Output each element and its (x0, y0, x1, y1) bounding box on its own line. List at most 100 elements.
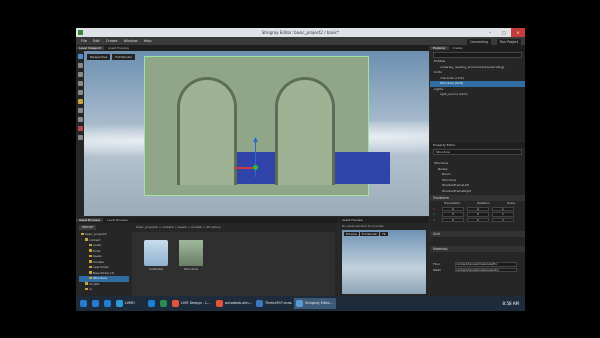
taskbar-button[interactable]: Stingray Edito... (294, 298, 336, 309)
perspective-button[interactable]: Perspective (87, 54, 111, 60)
transform-value-field[interactable]: 1 (492, 217, 514, 222)
title-bar: Stingray Editor: basic_project2 / basic*… (76, 28, 525, 37)
scale-header: Scale (506, 201, 515, 205)
material-label: Floor (433, 262, 441, 267)
material-rows: Floor content/levels/materials/flo Walls co… (430, 262, 525, 273)
app-icon (80, 300, 87, 307)
gizmo-x-axis[interactable] (235, 167, 255, 169)
close-icon[interactable]: × (511, 28, 525, 37)
materials-section[interactable]: Materials (430, 246, 525, 252)
folder-icon[interactable] (144, 240, 168, 266)
explorer-tabs: Explorer Create (430, 45, 525, 51)
preview-fit-button[interactable]: Fit (380, 232, 388, 236)
folder-label: levels (93, 254, 102, 258)
folder-label: basic_project2 (85, 232, 107, 236)
transform-value-field[interactable]: 0 (442, 217, 464, 222)
gizmo-y-axis[interactable] (255, 139, 256, 177)
menu-edit[interactable]: Edit (93, 39, 100, 43)
model-thumbnail[interactable] (179, 240, 203, 266)
asset-preview-label: No asset selected for preview (342, 224, 384, 228)
select-tool-icon[interactable] (77, 54, 83, 59)
app-icon (92, 300, 99, 307)
folder-label: fonts (93, 248, 101, 253)
move-tool-icon[interactable] (77, 63, 83, 68)
snap-tool-icon[interactable] (77, 90, 83, 95)
entity-name-field[interactable]: Structure (433, 149, 522, 155)
taskbar-button[interactable] (90, 298, 101, 309)
taskbar-button[interactable] (78, 298, 89, 309)
folder-icon (85, 238, 88, 241)
asset-breadcrumb[interactable]: basic_project2 > content > levels > mode… (136, 225, 220, 230)
minimize-icon[interactable]: – (483, 28, 497, 37)
taskbar-button[interactable]: LVMO (114, 298, 144, 309)
gizmo-center[interactable] (253, 165, 258, 170)
tab-asset-browser[interactable]: Asset Browser (76, 218, 104, 222)
selected-structure[interactable] (144, 56, 390, 196)
node-tree-item[interactable]: WindowFrameRight (430, 189, 525, 195)
taskbar-button[interactable] (146, 298, 157, 309)
tab-level-browser[interactable]: Level Browser (104, 218, 131, 222)
app-icon (104, 300, 111, 307)
app-icon (296, 300, 303, 307)
tab-explorer[interactable]: Explorer (430, 46, 449, 50)
transform-value-field[interactable]: 1 (492, 212, 514, 217)
transform-value-field[interactable]: 0 (467, 212, 489, 217)
gizmo-y-arrow-icon (253, 137, 258, 142)
explorer-panel: Explorer Create Entities underlay_reading… (430, 45, 525, 141)
floor-right (330, 152, 390, 184)
folder-icon (89, 276, 92, 279)
preview-button[interactable]: Preview (344, 232, 359, 236)
transform-value-field[interactable]: 1 (492, 206, 514, 211)
scale-tool-icon[interactable] (77, 81, 83, 86)
tab-create[interactable]: Create (449, 46, 465, 50)
folder-item[interactable]: ui (79, 287, 129, 293)
asset-name: Structure (184, 267, 198, 271)
folder-icon (89, 271, 92, 274)
window-title: Stingray Editor: basic_project2 / basic* (261, 30, 340, 35)
grid-spacer (430, 237, 525, 245)
folder-label: ui (89, 287, 92, 291)
level-viewport[interactable]: Perspective Full Render (84, 51, 429, 216)
taskbar-button[interactable]: Thelcz907.mas... (254, 298, 292, 309)
folder-icon (89, 260, 92, 263)
menu-file[interactable]: File (81, 39, 87, 43)
transform-value-field[interactable]: 0 (467, 206, 489, 211)
material-path-field[interactable]: content/levels/materials/stru (455, 267, 517, 272)
taskbar-button[interactable] (158, 298, 169, 309)
transform-value-field[interactable]: 0 (467, 217, 489, 222)
taskbar-button[interactable]: autodesk-stin... (214, 298, 252, 309)
terrain-tool-icon[interactable] (77, 117, 83, 122)
taskbar-button[interactable] (102, 298, 113, 309)
folder-icon (85, 287, 88, 290)
transform-value-field[interactable]: 0 (442, 212, 464, 217)
import-button[interactable]: IMPORT (79, 225, 97, 230)
tab-level-viewport[interactable]: Level Viewport (76, 46, 105, 50)
material-row: Walls content/levels/materials/stru (430, 267, 525, 274)
render-mode-button[interactable]: Full Render (112, 54, 136, 60)
rotate-tool-icon[interactable] (77, 72, 83, 77)
marker-tool-icon[interactable] (77, 126, 83, 131)
explorer-item[interactable]: light_source (Unit) (430, 92, 525, 98)
settings-tool-icon[interactable] (77, 135, 83, 140)
menu-window[interactable]: Window (124, 39, 138, 43)
menu-create[interactable]: Create (106, 39, 118, 43)
light-tool-icon[interactable] (77, 99, 83, 104)
asset-grid: materials Structure (132, 232, 335, 297)
maximize-icon[interactable]: □ (497, 28, 511, 37)
folder-label: audio (93, 243, 102, 247)
asset-name: materials (148, 267, 164, 271)
app-icon (160, 300, 167, 307)
menu-help[interactable]: Help (144, 39, 152, 43)
camera-tool-icon[interactable] (77, 108, 83, 113)
explorer-filter-input[interactable] (433, 52, 522, 58)
material-path-field[interactable]: content/levels/materials/flo (455, 262, 517, 267)
axis-label: Y (433, 212, 435, 217)
asset-preview-render[interactable]: Preview Full Render Fit (342, 230, 426, 294)
preview-render-button[interactable]: Full Render (359, 232, 380, 236)
transform-value-field[interactable]: 0 (442, 206, 464, 211)
viewport-toolbar: Perspective Full Render (87, 54, 136, 60)
folder-label: content (89, 237, 101, 242)
taskbar-button[interactable]: LIVE Design - L... (170, 298, 212, 309)
axis-label: Z (433, 217, 436, 222)
tab-asset-preview[interactable]: Asset Preview (105, 46, 132, 50)
